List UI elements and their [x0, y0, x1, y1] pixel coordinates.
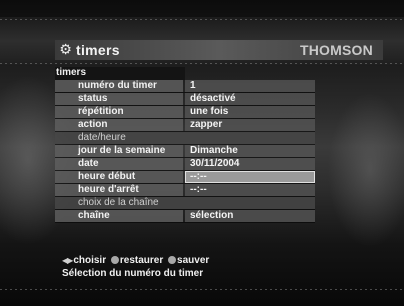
row-label: status — [78, 93, 108, 104]
header-dotted-line — [0, 63, 404, 64]
row-value: Dimanche — [190, 145, 238, 156]
legend-choose: choisir — [73, 255, 107, 266]
row-value: zapper — [190, 119, 223, 130]
row-label: action — [78, 119, 108, 130]
key-legend: ◀▶choisir restaurer sauver — [62, 255, 209, 267]
row-value: désactivé — [190, 93, 236, 104]
row-channel[interactable]: chaîne sélection — [55, 210, 315, 223]
panel-title: timers — [56, 67, 87, 78]
row-label: chaîne — [78, 210, 110, 221]
row-status[interactable]: status désactivé — [55, 93, 315, 106]
row-action[interactable]: action zapper — [55, 119, 315, 132]
grey-key-icon — [110, 256, 119, 264]
section-label: choix de la chaîne — [78, 197, 159, 208]
row-value: une fois — [190, 106, 229, 117]
row-label: numéro du timer — [78, 80, 157, 91]
row-value: sélection — [190, 210, 234, 221]
app-title: timers — [76, 42, 120, 58]
grey-key-icon — [168, 256, 177, 264]
row-value: --:-- — [190, 184, 207, 195]
row-stop-time[interactable]: heure d'arrêt --:-- — [55, 184, 315, 197]
row-timer-number[interactable]: numéro du timer 1 — [55, 80, 315, 93]
left-right-arrows-icon: ◀▶ — [62, 256, 73, 265]
row-value: 30/11/2004 — [190, 158, 240, 169]
section-channel-choice: choix de la chaîne — [55, 197, 315, 210]
clock-icon: ⚙ — [59, 41, 72, 57]
row-label: date — [78, 158, 99, 169]
row-value: 1 — [190, 80, 196, 91]
row-start-time[interactable]: heure début --:-- — [55, 171, 315, 184]
brand-logo: THOMSON — [300, 42, 373, 58]
row-weekday[interactable]: jour de la semaine Dimanche — [55, 145, 315, 158]
row-value: --:-- — [190, 171, 207, 182]
row-label: jour de la semaine — [78, 145, 166, 156]
legend-save: sauver — [177, 255, 210, 266]
bottom-dotted-line — [0, 289, 404, 290]
row-date[interactable]: date 30/11/2004 — [55, 158, 315, 171]
legend-restore: restaurer — [119, 255, 164, 266]
row-repetition[interactable]: répétition une fois — [55, 106, 315, 119]
status-text: Sélection du numéro du timer — [62, 268, 204, 279]
section-date-time: date/heure — [55, 132, 315, 145]
row-label: répétition — [78, 106, 124, 117]
section-label: date/heure — [78, 132, 126, 143]
row-label: heure début — [78, 171, 136, 182]
row-label: heure d'arrêt — [78, 184, 139, 195]
top-dotted-line — [0, 19, 404, 20]
